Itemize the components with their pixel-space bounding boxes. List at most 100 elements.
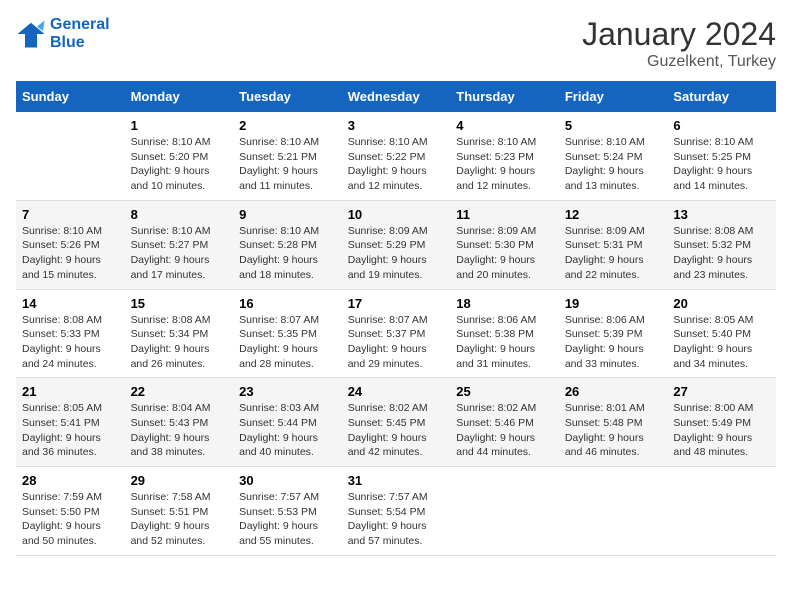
calendar-cell: 17 Sunrise: 8:07 AMSunset: 5:37 PMDayligh… bbox=[342, 289, 451, 378]
calendar-title: January 2024 bbox=[582, 16, 776, 53]
calendar-title-block: January 2024 Guzelkent, Turkey bbox=[582, 16, 776, 71]
day-info: Sunrise: 7:57 AMSunset: 5:53 PMDaylight:… bbox=[239, 490, 336, 549]
day-number: 8 bbox=[131, 207, 228, 222]
day-number: 16 bbox=[239, 296, 336, 311]
day-number: 6 bbox=[673, 118, 770, 133]
day-number: 13 bbox=[673, 207, 770, 222]
calendar-cell: 25 Sunrise: 8:02 AMSunset: 5:46 PMDayligh… bbox=[450, 378, 559, 467]
day-number: 24 bbox=[348, 384, 445, 399]
calendar-cell: 12 Sunrise: 8:09 AMSunset: 5:31 PMDayligh… bbox=[559, 200, 668, 289]
day-number: 15 bbox=[131, 296, 228, 311]
day-info: Sunrise: 8:08 AMSunset: 5:34 PMDaylight:… bbox=[131, 313, 228, 372]
logo-icon bbox=[16, 19, 46, 49]
header-day-sunday: Sunday bbox=[16, 81, 125, 112]
calendar-cell: 16 Sunrise: 8:07 AMSunset: 5:35 PMDayligh… bbox=[233, 289, 342, 378]
calendar-cell: 5 Sunrise: 8:10 AMSunset: 5:24 PMDaylight… bbox=[559, 112, 668, 200]
calendar-cell bbox=[667, 467, 776, 556]
day-info: Sunrise: 8:09 AMSunset: 5:31 PMDaylight:… bbox=[565, 224, 662, 283]
day-number: 9 bbox=[239, 207, 336, 222]
calendar-cell bbox=[559, 467, 668, 556]
day-info: Sunrise: 7:58 AMSunset: 5:51 PMDaylight:… bbox=[131, 490, 228, 549]
calendar-cell: 31Sunrise: 7:57 AMSunset: 5:54 PMDayligh… bbox=[342, 467, 451, 556]
day-info: Sunrise: 8:01 AMSunset: 5:48 PMDaylight:… bbox=[565, 401, 662, 460]
calendar-cell: 23Sunrise: 8:03 AMSunset: 5:44 PMDayligh… bbox=[233, 378, 342, 467]
calendar-cell: 18 Sunrise: 8:06 AMSunset: 5:38 PMDayligh… bbox=[450, 289, 559, 378]
header-day-tuesday: Tuesday bbox=[233, 81, 342, 112]
day-number: 10 bbox=[348, 207, 445, 222]
calendar-table: SundayMondayTuesdayWednesdayThursdayFrid… bbox=[16, 81, 776, 556]
calendar-cell: 14 Sunrise: 8:08 AMSunset: 5:33 PMDayligh… bbox=[16, 289, 125, 378]
week-row-5: 28 Sunrise: 7:59 AMSunset: 5:50 PMDayligh… bbox=[16, 467, 776, 556]
day-info: Sunrise: 8:07 AMSunset: 5:37 PMDaylight:… bbox=[348, 313, 445, 372]
day-number: 20 bbox=[673, 296, 770, 311]
day-number: 5 bbox=[565, 118, 662, 133]
day-number: 4 bbox=[456, 118, 553, 133]
day-number: 14 bbox=[22, 296, 119, 311]
day-number: 23 bbox=[239, 384, 336, 399]
calendar-cell: 6Sunrise: 8:10 AMSunset: 5:25 PMDaylight… bbox=[667, 112, 776, 200]
calendar-cell: 7 Sunrise: 8:10 AMSunset: 5:26 PMDaylight… bbox=[16, 200, 125, 289]
calendar-cell: 20 Sunrise: 8:05 AMSunset: 5:40 PMDayligh… bbox=[667, 289, 776, 378]
day-number: 18 bbox=[456, 296, 553, 311]
day-info: Sunrise: 8:02 AMSunset: 5:46 PMDaylight:… bbox=[456, 401, 553, 460]
calendar-cell: 8Sunrise: 8:10 AMSunset: 5:27 PMDaylight… bbox=[125, 200, 234, 289]
calendar-subtitle: Guzelkent, Turkey bbox=[582, 53, 776, 71]
day-number: 17 bbox=[348, 296, 445, 311]
day-info: Sunrise: 8:10 AMSunset: 5:24 PMDaylight:… bbox=[565, 135, 662, 194]
day-number: 28 bbox=[22, 473, 119, 488]
day-info: Sunrise: 8:06 AMSunset: 5:38 PMDaylight:… bbox=[456, 313, 553, 372]
header-day-friday: Friday bbox=[559, 81, 668, 112]
day-info: Sunrise: 8:08 AMSunset: 5:32 PMDaylight:… bbox=[673, 224, 770, 283]
week-row-3: 14 Sunrise: 8:08 AMSunset: 5:33 PMDayligh… bbox=[16, 289, 776, 378]
day-number: 19 bbox=[565, 296, 662, 311]
header-day-monday: Monday bbox=[125, 81, 234, 112]
day-info: Sunrise: 8:05 AMSunset: 5:40 PMDaylight:… bbox=[673, 313, 770, 372]
calendar-cell: 9Sunrise: 8:10 AMSunset: 5:28 PMDaylight… bbox=[233, 200, 342, 289]
calendar-cell: 13 Sunrise: 8:08 AMSunset: 5:32 PMDayligh… bbox=[667, 200, 776, 289]
logo: General Blue bbox=[16, 16, 110, 52]
day-number: 12 bbox=[565, 207, 662, 222]
calendar-cell: 11 Sunrise: 8:09 AMSunset: 5:30 PMDayligh… bbox=[450, 200, 559, 289]
calendar-cell: 19 Sunrise: 8:06 AMSunset: 5:39 PMDayligh… bbox=[559, 289, 668, 378]
calendar-cell: 21Sunrise: 8:05 AMSunset: 5:41 PMDayligh… bbox=[16, 378, 125, 467]
header-day-wednesday: Wednesday bbox=[342, 81, 451, 112]
day-number: 2 bbox=[239, 118, 336, 133]
day-number: 25 bbox=[456, 384, 553, 399]
day-info: Sunrise: 8:09 AMSunset: 5:30 PMDaylight:… bbox=[456, 224, 553, 283]
day-info: Sunrise: 8:10 AMSunset: 5:23 PMDaylight:… bbox=[456, 135, 553, 194]
calendar-cell: 27 Sunrise: 8:00 AMSunset: 5:49 PMDayligh… bbox=[667, 378, 776, 467]
calendar-cell: 10Sunrise: 8:09 AMSunset: 5:29 PMDayligh… bbox=[342, 200, 451, 289]
day-number: 30 bbox=[239, 473, 336, 488]
week-row-4: 21Sunrise: 8:05 AMSunset: 5:41 PMDayligh… bbox=[16, 378, 776, 467]
day-info: Sunrise: 8:06 AMSunset: 5:39 PMDaylight:… bbox=[565, 313, 662, 372]
calendar-cell: 2 Sunrise: 8:10 AMSunset: 5:21 PMDaylight… bbox=[233, 112, 342, 200]
calendar-cell: 4 Sunrise: 8:10 AMSunset: 5:23 PMDaylight… bbox=[450, 112, 559, 200]
day-number: 7 bbox=[22, 207, 119, 222]
day-info: Sunrise: 8:10 AMSunset: 5:26 PMDaylight:… bbox=[22, 224, 119, 283]
day-info: Sunrise: 7:59 AMSunset: 5:50 PMDaylight:… bbox=[22, 490, 119, 549]
day-info: Sunrise: 8:05 AMSunset: 5:41 PMDaylight:… bbox=[22, 401, 119, 460]
day-info: Sunrise: 8:10 AMSunset: 5:20 PMDaylight:… bbox=[131, 135, 228, 194]
day-info: Sunrise: 8:07 AMSunset: 5:35 PMDaylight:… bbox=[239, 313, 336, 372]
header-day-thursday: Thursday bbox=[450, 81, 559, 112]
calendar-cell: 15 Sunrise: 8:08 AMSunset: 5:34 PMDayligh… bbox=[125, 289, 234, 378]
day-number: 26 bbox=[565, 384, 662, 399]
calendar-cell bbox=[16, 112, 125, 200]
day-info: Sunrise: 8:04 AMSunset: 5:43 PMDaylight:… bbox=[131, 401, 228, 460]
day-number: 3 bbox=[348, 118, 445, 133]
day-number: 29 bbox=[131, 473, 228, 488]
day-info: Sunrise: 8:02 AMSunset: 5:45 PMDaylight:… bbox=[348, 401, 445, 460]
day-info: Sunrise: 8:10 AMSunset: 5:21 PMDaylight:… bbox=[239, 135, 336, 194]
day-number: 31 bbox=[348, 473, 445, 488]
day-number: 27 bbox=[673, 384, 770, 399]
calendar-cell: 1Sunrise: 8:10 AMSunset: 5:20 PMDaylight… bbox=[125, 112, 234, 200]
week-row-1: 1Sunrise: 8:10 AMSunset: 5:20 PMDaylight… bbox=[16, 112, 776, 200]
day-number: 11 bbox=[456, 207, 553, 222]
calendar-cell: 24 Sunrise: 8:02 AMSunset: 5:45 PMDayligh… bbox=[342, 378, 451, 467]
header-day-saturday: Saturday bbox=[667, 81, 776, 112]
calendar-cell: 3Sunrise: 8:10 AMSunset: 5:22 PMDaylight… bbox=[342, 112, 451, 200]
day-info: Sunrise: 8:08 AMSunset: 5:33 PMDaylight:… bbox=[22, 313, 119, 372]
day-info: Sunrise: 8:00 AMSunset: 5:49 PMDaylight:… bbox=[673, 401, 770, 460]
calendar-cell: 26 Sunrise: 8:01 AMSunset: 5:48 PMDayligh… bbox=[559, 378, 668, 467]
calendar-cell: 22Sunrise: 8:04 AMSunset: 5:43 PMDayligh… bbox=[125, 378, 234, 467]
